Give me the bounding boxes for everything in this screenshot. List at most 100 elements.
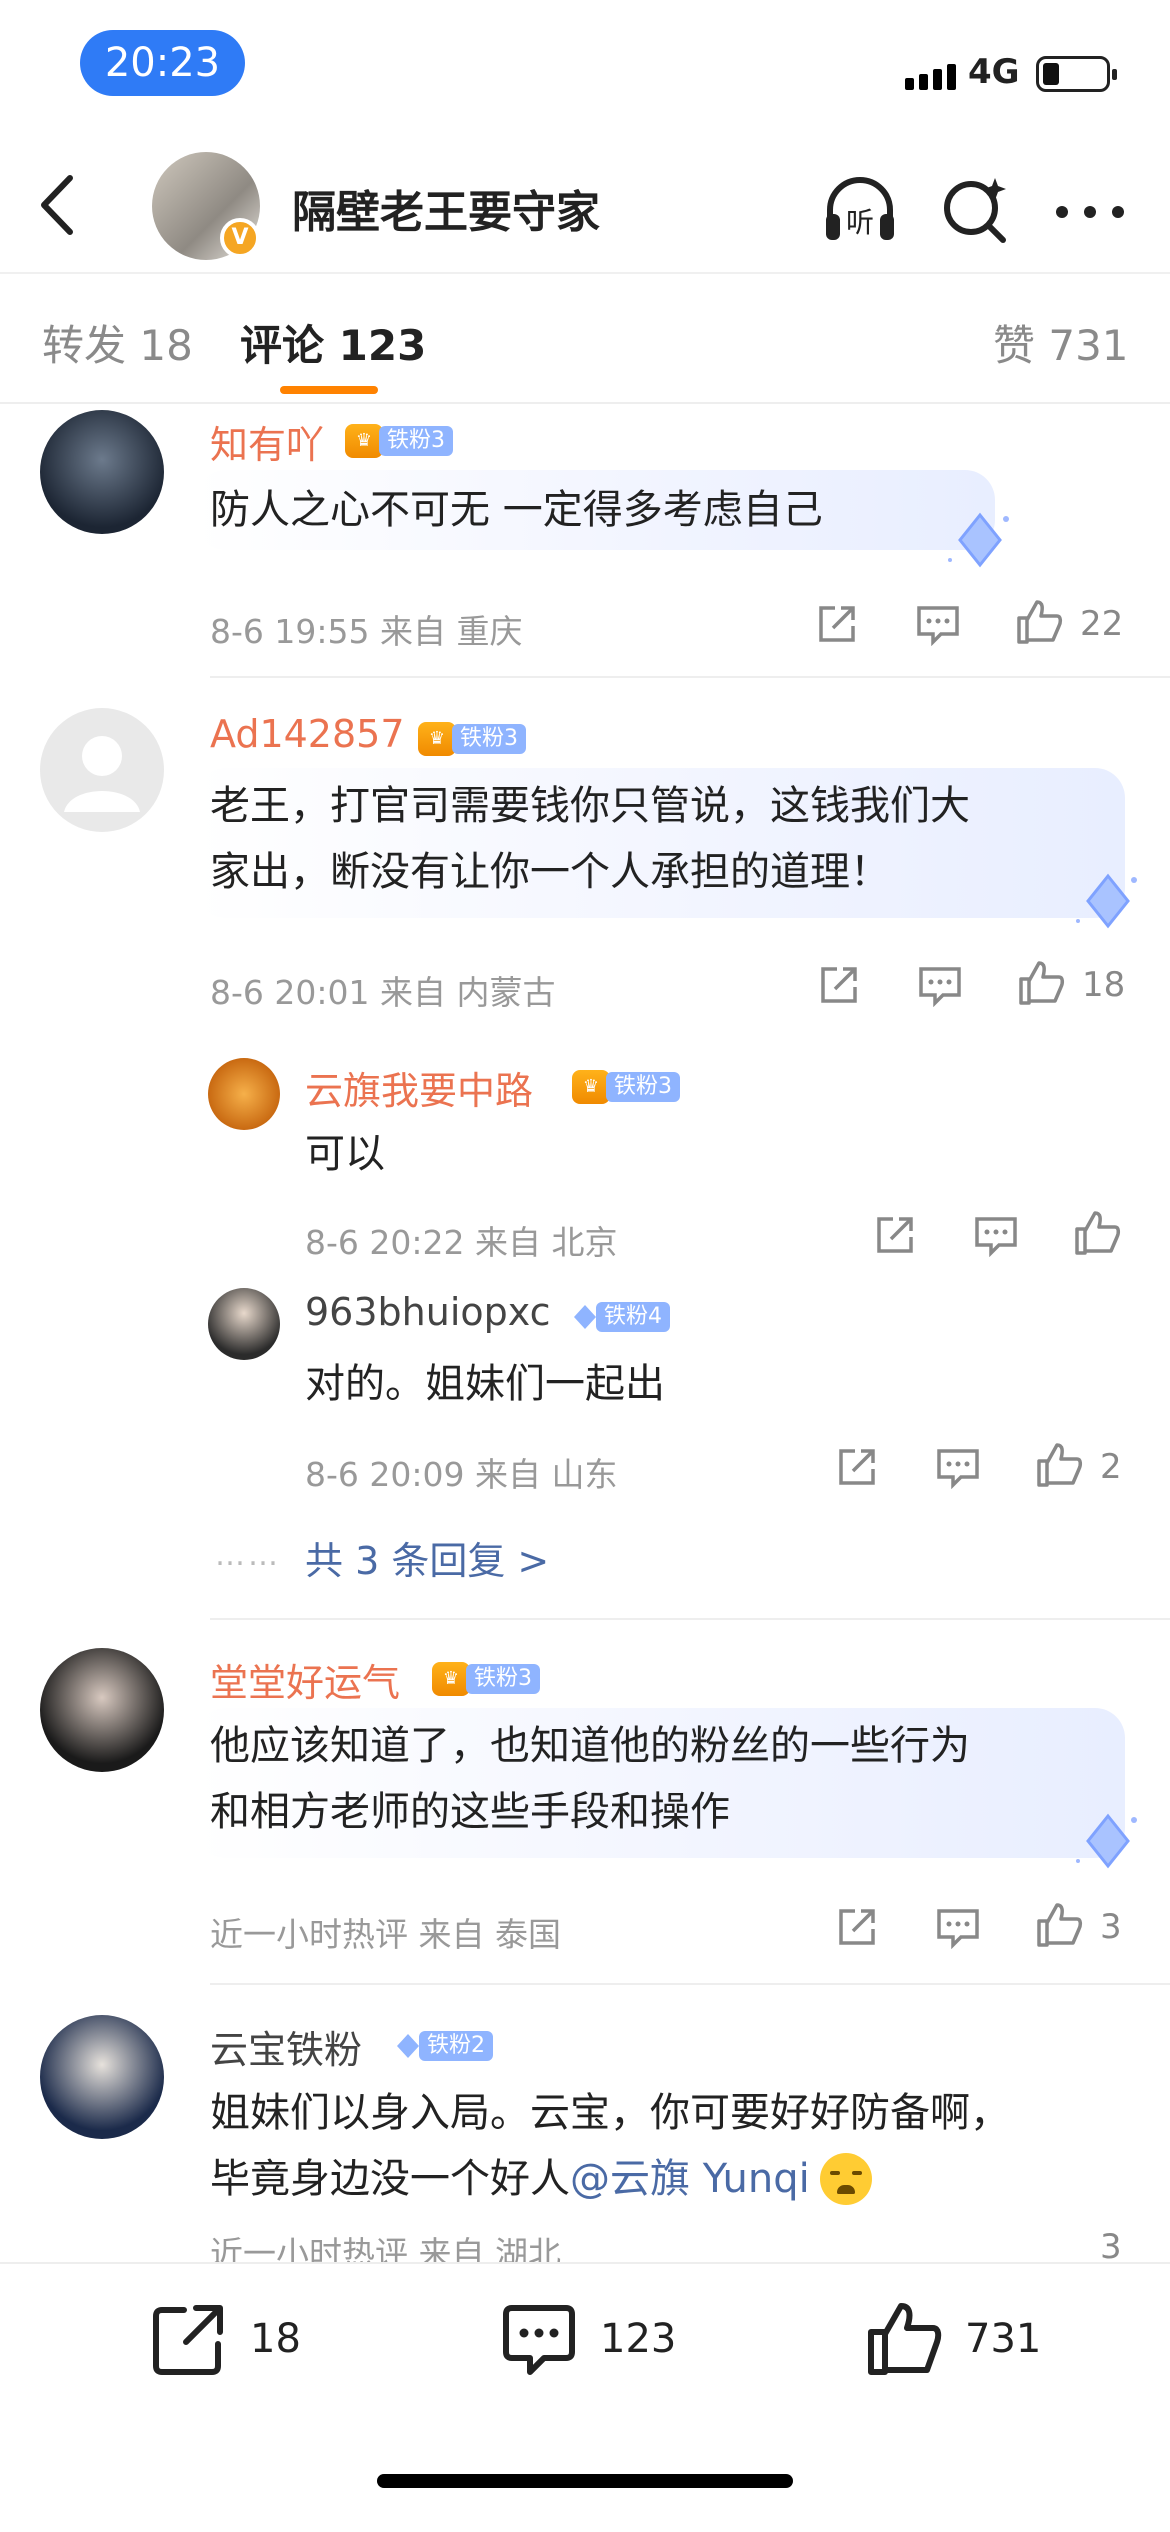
comment-username[interactable]: 知有吖 bbox=[210, 414, 324, 469]
comment-text-line: 姐妹们以身入局。云宝，你可要好好防备啊， bbox=[210, 2090, 1010, 2136]
active-tab-indicator bbox=[280, 386, 378, 394]
comment-text: 防人之心不可无 一定得多考虑自己 bbox=[210, 487, 823, 533]
crying-emoji-icon bbox=[819, 2153, 872, 2205]
share-icon[interactable] bbox=[835, 1445, 879, 1489]
comment-username[interactable]: 堂堂好运气 bbox=[210, 1652, 400, 1707]
status-bar: 20:23 4G bbox=[0, 0, 1170, 130]
comment-meta: 8-6 20:01 来自 内蒙古 bbox=[210, 973, 556, 1012]
divider bbox=[210, 1983, 1170, 1985]
fan-badge: 铁粉4 bbox=[570, 1300, 670, 1334]
fan-badge: ♛ 铁粉3 bbox=[432, 1662, 540, 1696]
reply-meta: 8-6 20:09 来自 山东 bbox=[305, 1455, 618, 1494]
comment-text-line: 他应该知道了，也知道他的粉丝的一些行为 bbox=[210, 1723, 970, 1769]
signal-icon bbox=[905, 60, 956, 90]
fan-badge: ♛ 铁粉3 bbox=[572, 1070, 680, 1104]
comment-text-line: 毕竟身边没一个好人 @云旗 Yunqi bbox=[210, 2147, 872, 2211]
like-icon[interactable] bbox=[1017, 959, 1065, 1007]
tab-bar: 转发 18 评论 123 赞 731 bbox=[0, 272, 1170, 404]
reply-meta: 8-6 20:22 来自 北京 bbox=[305, 1223, 618, 1262]
battery-icon bbox=[1036, 56, 1117, 92]
like-count: 3 bbox=[1100, 2227, 1122, 2267]
reply-avatar[interactable] bbox=[208, 1058, 280, 1130]
share-icon[interactable] bbox=[835, 1905, 879, 1949]
more-dots-icon bbox=[1056, 206, 1124, 218]
back-button[interactable] bbox=[30, 170, 90, 240]
share-icon bbox=[153, 2305, 223, 2375]
tab-likes[interactable]: 赞 731 bbox=[993, 312, 1129, 373]
default-avatar-icon bbox=[64, 736, 140, 812]
crown-icon: ♛ bbox=[418, 722, 456, 756]
diamond-sparkle-icon bbox=[1076, 873, 1137, 929]
svg-text:听: 听 bbox=[846, 206, 874, 239]
like-count: 22 bbox=[1080, 604, 1124, 644]
repost-count: 18 bbox=[250, 2316, 301, 2362]
comment-text-line: 和相方老师的这些手段和操作 bbox=[210, 1789, 730, 1835]
divider bbox=[210, 676, 1170, 678]
avatar[interactable] bbox=[40, 2015, 164, 2139]
like-count: 731 bbox=[965, 2316, 1042, 2362]
headphones-icon: 听 bbox=[826, 177, 894, 240]
like-count: 2 bbox=[1100, 1447, 1122, 1487]
share-icon[interactable] bbox=[873, 1213, 917, 1257]
comment-icon[interactable] bbox=[973, 1213, 1019, 1257]
crown-icon: ♛ bbox=[432, 1662, 470, 1696]
crown-icon: ♛ bbox=[572, 1070, 610, 1104]
search-button[interactable] bbox=[935, 170, 1015, 250]
like-icon[interactable] bbox=[1035, 1441, 1083, 1489]
reply-text: 可以 bbox=[305, 1131, 385, 1177]
reply-avatar[interactable] bbox=[208, 1288, 280, 1360]
tab-comments[interactable]: 评论 123 bbox=[240, 312, 426, 373]
comment-icon[interactable] bbox=[917, 963, 963, 1007]
comment-username[interactable]: 云宝铁粉 bbox=[210, 2019, 362, 2074]
fan-badge: 铁粉2 bbox=[393, 2029, 493, 2063]
chevron-left-icon bbox=[41, 175, 73, 235]
like-icon[interactable] bbox=[1073, 1209, 1121, 1257]
reply-username[interactable]: 963bhuiopxc bbox=[305, 1290, 550, 1334]
search-icon bbox=[944, 178, 1006, 243]
like-count: 18 bbox=[1082, 965, 1126, 1005]
status-time: 20:23 bbox=[80, 30, 245, 96]
avatar[interactable] bbox=[40, 708, 164, 832]
divider bbox=[210, 1618, 1170, 1620]
comment-text-line: 家出，断没有让你一个人承担的道理！ bbox=[210, 849, 890, 895]
comment-meta: 近一小时热评 来自 泰国 bbox=[210, 1915, 561, 1954]
comment-count: 123 bbox=[600, 2316, 677, 2362]
like-icon[interactable] bbox=[1015, 598, 1063, 646]
network-type: 4G bbox=[968, 52, 1020, 92]
reply-text: 对的。姐妹们一起出 bbox=[305, 1361, 665, 1407]
more-replies-link[interactable]: 共 3 条回复 > bbox=[305, 1530, 549, 1585]
comment-button[interactable]: 123 bbox=[500, 2300, 676, 2378]
bottom-action-bar: 18 123 731 bbox=[0, 2262, 1170, 2532]
more-replies-dots: …… bbox=[215, 1538, 281, 1573]
comment-username[interactable]: Ad142857 bbox=[210, 712, 405, 756]
comment-icon[interactable] bbox=[915, 602, 961, 646]
page-title: 隔壁老王要守家 bbox=[292, 187, 600, 238]
reply-username[interactable]: 云旗我要中路 bbox=[305, 1060, 533, 1115]
like-count: 3 bbox=[1100, 1907, 1122, 1947]
tab-repost[interactable]: 转发 18 bbox=[42, 312, 193, 373]
header: V 隔壁老王要守家 听 bbox=[0, 140, 1170, 270]
crown-icon: ♛ bbox=[345, 424, 383, 458]
comment-icon[interactable] bbox=[935, 1905, 981, 1949]
mention-link[interactable]: @云旗 Yunqi bbox=[570, 2147, 810, 2211]
like-icon[interactable] bbox=[1035, 1901, 1083, 1949]
avatar[interactable] bbox=[40, 1648, 164, 1772]
fan-badge: ♛ 铁粉3 bbox=[418, 722, 526, 756]
like-icon bbox=[868, 2303, 942, 2375]
fan-badge: ♛ 铁粉3 bbox=[345, 424, 453, 458]
more-button[interactable] bbox=[1050, 170, 1130, 250]
comment-meta: 8-6 19:55 来自 重庆 bbox=[210, 612, 523, 651]
diamond-sparkle-icon bbox=[1076, 1813, 1137, 1869]
home-indicator bbox=[377, 2474, 793, 2488]
verified-badge: V bbox=[220, 218, 260, 258]
avatar[interactable] bbox=[40, 410, 164, 534]
comment-icon bbox=[503, 2305, 575, 2375]
share-icon[interactable] bbox=[817, 963, 861, 1007]
share-icon[interactable] bbox=[815, 602, 859, 646]
comment-text-line: 老王，打官司需要钱你只管说，这钱我们大 bbox=[210, 783, 970, 829]
repost-button[interactable]: 18 bbox=[150, 2300, 301, 2378]
listen-button[interactable]: 听 bbox=[820, 170, 900, 250]
like-button[interactable]: 731 bbox=[865, 2300, 1041, 2378]
comment-icon[interactable] bbox=[935, 1445, 981, 1489]
diamond-sparkle-icon bbox=[948, 512, 1009, 568]
